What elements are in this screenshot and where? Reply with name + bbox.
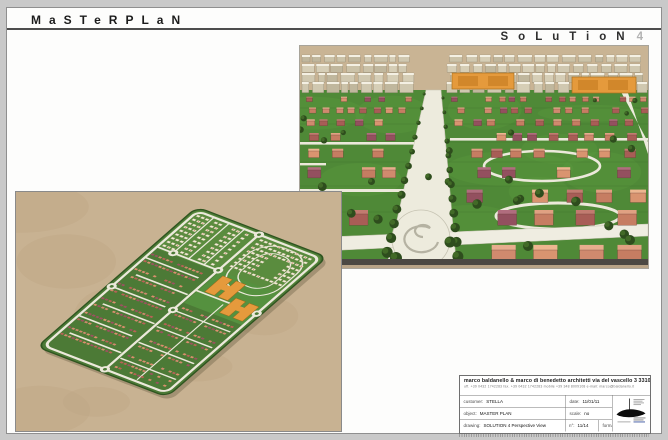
format-label: format:: [603, 423, 613, 428]
page-title: MaSTeRPLaN: [31, 13, 188, 27]
title-block-fineprint: [459, 434, 649, 437]
sheet-number-label: n°:: [569, 423, 575, 428]
solution4-perspective-render: [300, 46, 648, 268]
title-block-row-drawing: drawing: SOLUTION 4 Perspective View n°:…: [460, 420, 612, 432]
title-block-row-object: object: MASTER PLAN scale: no: [460, 408, 612, 420]
object-value: MASTER PLAN: [480, 411, 512, 416]
firm-logo-cell: [612, 396, 650, 432]
customer-value: STELLA: [486, 399, 503, 404]
title-block-content: marco baldanello & marco di benedetto ar…: [460, 376, 650, 433]
title-block-header: marco baldanello & marco di benedetto ar…: [460, 376, 650, 396]
drawing-value: SOLUTION 4 Perspective View: [484, 423, 546, 428]
firm-name-address: marco baldanello & marco di benedetto ar…: [464, 378, 646, 384]
firm-contacts: uff. +39 0432 1742283 fax. +39 0432 1742…: [464, 385, 646, 389]
scale-label: scale:: [570, 411, 582, 416]
object-label: object:: [464, 411, 477, 416]
baldanello-logo-icon: [613, 396, 650, 432]
title-block-row-customer: customer: STELLA date: 11/01/11: [460, 396, 612, 408]
presentation-board: MaSTeRPLaN SoLuTioN4 marco baldanello & …: [0, 0, 668, 440]
solution-label: SoLuTioN: [501, 31, 635, 43]
date-value: 11/01/11: [583, 399, 600, 404]
scale-value: no: [584, 411, 589, 416]
sheet: MaSTeRPLaN SoLuTioN4 marco baldanello & …: [6, 7, 662, 434]
date-label: date:: [570, 399, 580, 404]
customer-label: customer:: [464, 399, 484, 404]
drawing-label: drawing:: [464, 423, 481, 428]
title-divider-rule: [7, 28, 661, 30]
solution-subtitle: SoLuTioN4: [501, 31, 644, 43]
sheet-number-value: 11/14: [578, 423, 589, 428]
solution-number: 4: [637, 31, 643, 43]
masterplan-aerial-render: [16, 192, 341, 431]
perspective-render-panel: [299, 45, 649, 269]
title-block: marco baldanello & marco di benedetto ar…: [459, 375, 651, 434]
masterplan-aerial-panel: [15, 191, 342, 432]
